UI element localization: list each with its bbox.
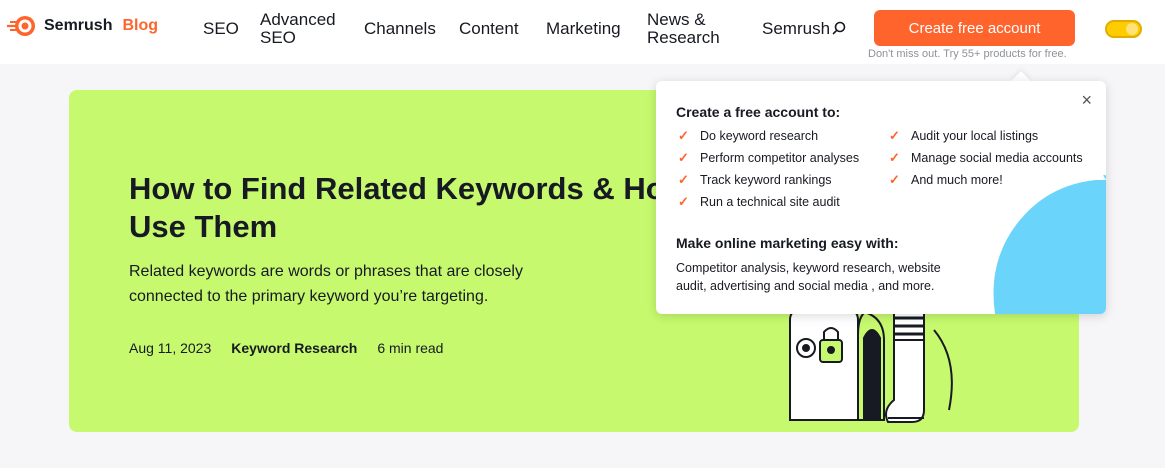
nav-semrush[interactable]: Semrush	[762, 20, 846, 38]
check-icon: ✓	[889, 150, 900, 165]
list-item: ✓ Audit your local listings	[889, 128, 1083, 150]
article-category-link[interactable]: Keyword Research	[231, 340, 357, 356]
list-item: ✓ Manage social media accounts	[889, 150, 1083, 172]
nav-news-research[interactable]: News & Research	[647, 11, 737, 47]
article-date: Aug 11, 2023	[129, 340, 212, 356]
list-item-label: Do keyword research	[700, 129, 819, 143]
list-item-label: Perform competitor analyses	[700, 151, 860, 165]
signup-popup: × Create a free account to: ✓ Do keyword …	[656, 81, 1106, 314]
site-header: Semrush Blog SEO Advanced SEO Channels C…	[0, 0, 1165, 64]
popup-heading: Create a free account to:	[676, 104, 841, 120]
check-icon: ✓	[889, 128, 900, 143]
article-read-time: 6 min read	[377, 340, 444, 356]
close-icon[interactable]: ×	[1081, 91, 1092, 109]
list-item: ✓ Perform competitor analyses	[678, 150, 859, 172]
check-icon: ✓	[889, 172, 900, 187]
article-meta: Aug 11, 2023 Keyword Research 6 min read	[129, 340, 443, 356]
semrush-blog-logo[interactable]: Semrush Blog	[6, 14, 158, 38]
list-item-label: Manage social media accounts	[911, 151, 1083, 165]
semrush-logo-icon	[7, 16, 35, 36]
check-icon: ✓	[678, 128, 689, 143]
nav-content[interactable]: Content	[459, 20, 519, 38]
list-item: ✓ Run a technical site audit	[678, 194, 859, 216]
list-item-label: Audit your local listings	[911, 129, 1039, 143]
create-free-account-button[interactable]: Create free account	[874, 10, 1075, 46]
nav-seo[interactable]: SEO	[203, 20, 239, 38]
list-item-label: Track keyword rankings	[700, 173, 832, 187]
list-item: ✓ Do keyword research	[678, 128, 859, 150]
toggle-knob	[1126, 23, 1138, 35]
list-item: ✓ Track keyword rankings	[678, 172, 859, 194]
decorative-blob	[993, 175, 1106, 314]
nav-advanced-seo[interactable]: Advanced SEO	[260, 11, 350, 47]
nav-marketing[interactable]: Marketing	[546, 20, 621, 38]
nav-semrush-label: Semrush	[762, 19, 831, 38]
blog-label: Blog	[122, 17, 159, 34]
check-icon: ✓	[678, 194, 689, 209]
popup-description: Competitor analysis, keyword research, w…	[676, 261, 941, 293]
cta-subtext: Don't miss out. Try 55+ products for fre…	[868, 48, 1067, 60]
theme-toggle[interactable]	[1105, 20, 1142, 38]
check-icon: ✓	[678, 172, 689, 187]
brand-name: Semrush	[44, 17, 113, 34]
article-description: Related keywords are words or phrases th…	[129, 263, 523, 305]
nav-channels[interactable]: Channels	[364, 20, 436, 38]
check-icon: ✓	[678, 150, 689, 165]
list-item-label: Run a technical site audit	[700, 195, 840, 209]
benefits-list-left: ✓ Do keyword research ✓ Perform competitor…	[678, 128, 859, 216]
popup-subheading: Make online marketing easy with:	[676, 235, 899, 251]
search-icon	[832, 21, 846, 35]
